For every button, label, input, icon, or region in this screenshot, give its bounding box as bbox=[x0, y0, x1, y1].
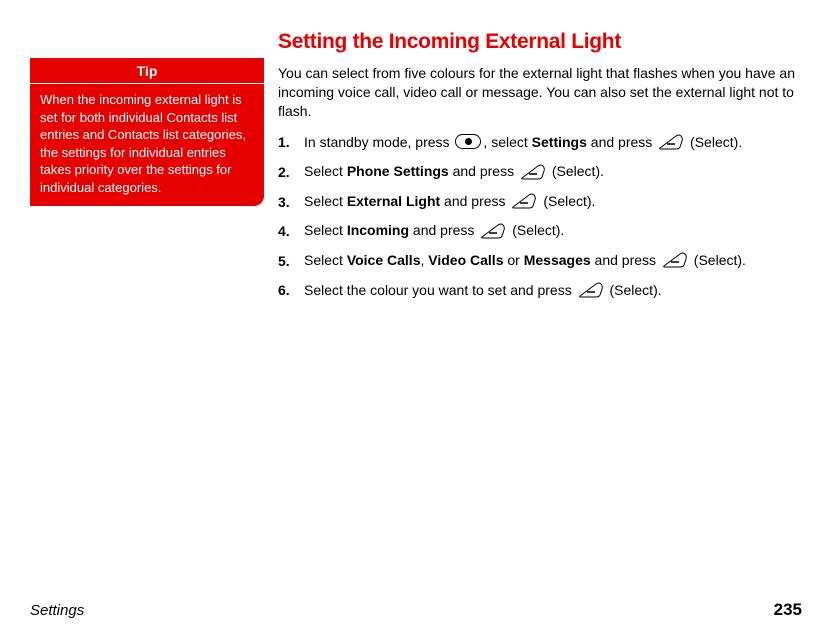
bold-term: External Light bbox=[347, 193, 440, 209]
step-text: Select External Light and press (Select)… bbox=[304, 192, 802, 212]
main-content: Setting the Incoming External Light You … bbox=[278, 30, 802, 590]
sidebar: Tip When the incoming external light is … bbox=[30, 30, 278, 590]
step-item: 5.Select Voice Calls, Video Calls or Mes… bbox=[278, 251, 802, 271]
page-title: Setting the Incoming External Light bbox=[278, 30, 802, 54]
step-number: 3. bbox=[278, 194, 304, 210]
step-item: 6.Select the colour you want to set and … bbox=[278, 281, 802, 301]
steps-list: 1.In standby mode, press , select Settin… bbox=[278, 133, 802, 301]
page-footer: Settings 235 bbox=[30, 600, 802, 620]
footer-page-number: 235 bbox=[774, 600, 802, 620]
step-number: 4. bbox=[278, 223, 304, 239]
bold-term: Incoming bbox=[347, 222, 409, 238]
step-number: 2. bbox=[278, 164, 304, 180]
step-item: 1.In standby mode, press , select Settin… bbox=[278, 133, 802, 153]
softkey-icon bbox=[480, 223, 506, 239]
step-item: 4.Select Incoming and press (Select). bbox=[278, 221, 802, 241]
tip-header: Tip bbox=[30, 58, 264, 84]
bold-term: Voice Calls bbox=[347, 252, 421, 268]
intro-paragraph: You can select from five colours for the… bbox=[278, 64, 802, 121]
bold-term: Messages bbox=[524, 252, 591, 268]
bold-term: Phone Settings bbox=[347, 163, 449, 179]
step-item: 2.Select Phone Settings and press (Selec… bbox=[278, 162, 802, 182]
bold-term: Settings bbox=[532, 134, 587, 150]
tip-box: Tip When the incoming external light is … bbox=[30, 58, 264, 206]
step-item: 3.Select External Light and press (Selec… bbox=[278, 192, 802, 212]
softkey-icon bbox=[578, 282, 604, 298]
step-text: Select Incoming and press (Select). bbox=[304, 221, 802, 241]
step-text: Select Phone Settings and press (Select)… bbox=[304, 162, 802, 182]
footer-section: Settings bbox=[30, 602, 84, 619]
step-number: 1. bbox=[278, 134, 304, 150]
softkey-icon bbox=[520, 164, 546, 180]
softkey-icon bbox=[658, 134, 684, 150]
tip-body: When the incoming external light is set … bbox=[30, 84, 264, 206]
step-number: 5. bbox=[278, 253, 304, 269]
page-body: Tip When the incoming external light is … bbox=[0, 0, 832, 590]
step-number: 6. bbox=[278, 282, 304, 298]
step-text: Select the colour you want to set and pr… bbox=[304, 281, 802, 301]
bold-term: Video Calls bbox=[428, 252, 503, 268]
step-text: In standby mode, press , select Settings… bbox=[304, 133, 802, 153]
softkey-icon bbox=[511, 193, 537, 209]
softkey-icon bbox=[662, 252, 688, 268]
step-text: Select Voice Calls, Video Calls or Messa… bbox=[304, 251, 802, 271]
center-key-icon bbox=[455, 134, 481, 149]
